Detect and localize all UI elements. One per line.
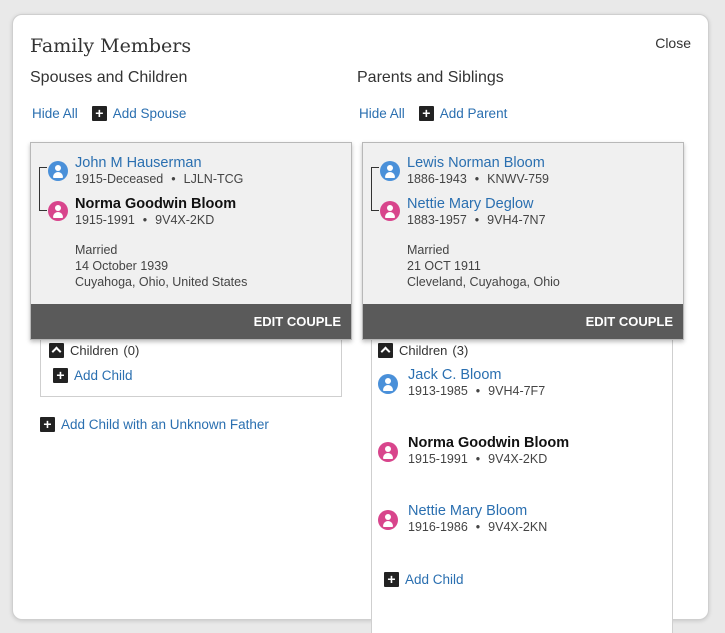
child-name-link[interactable]: Nettie Mary Bloom <box>408 503 547 519</box>
marriage-info: Married 14 October 1939 Cuyahoga, Ohio, … <box>75 242 247 290</box>
child-name-link[interactable]: Jack C. Bloom <box>408 367 545 383</box>
add-unknown-father-label: Add Child with an Unknown Father <box>61 417 269 432</box>
child-meta: 1913-1985 • 9VH4-7F7 <box>408 384 546 398</box>
edit-couple-button[interactable]: EDIT COUPLE <box>31 304 351 339</box>
female-person-icon <box>380 201 400 221</box>
children-toggle[interactable]: Children (3) <box>378 343 468 358</box>
children-label: Children <box>70 343 119 358</box>
person-name-link[interactable]: Lewis Norman Bloom <box>407 155 549 171</box>
children-box: Children (0) + Add Child <box>40 331 342 397</box>
child-item: Jack C. Bloom 1913-1985 • 9VH4-7F7 <box>378 367 546 398</box>
couple-card: Lewis Norman Bloom 1886-1943 • KNWV-759 Ne… <box>362 142 684 340</box>
section-links: Hide All + Add Spouse <box>30 102 353 124</box>
female-person-icon <box>378 510 398 530</box>
plus-icon: + <box>53 368 68 383</box>
dialog-title: Family Members <box>30 35 192 57</box>
parents-and-siblings-section: Parents and Siblings Hide All + Add Pare… <box>357 69 684 633</box>
section-heading: Parents and Siblings <box>357 69 504 86</box>
family-members-dialog: Family Members Close Spouses and Childre… <box>12 14 709 633</box>
male-person-icon <box>378 374 398 394</box>
plus-icon: + <box>40 417 55 432</box>
add-parent-link[interactable]: Add Parent <box>440 106 508 121</box>
child-name: Norma Goodwin Bloom <box>408 435 570 451</box>
person-2: Nettie Mary Deglow 1883-1957 • 9VH4-7N7 <box>407 196 546 227</box>
child-item: Norma Goodwin Bloom 1915-1991 • 9V4X-2KD <box>378 435 570 466</box>
couple-card: John M Hauserman 1915-Deceased • LJLN-TCG … <box>30 142 352 340</box>
chevron-up-icon <box>378 343 393 358</box>
add-child-label: Add Child <box>74 368 133 383</box>
marriage-label: Married <box>75 243 118 257</box>
add-child-unknown-father-button[interactable]: + Add Child with an Unknown Father <box>40 417 269 432</box>
person-meta: 1883-1957 • 9VH4-7N7 <box>407 213 546 227</box>
person-meta: 1886-1943 • KNWV-759 <box>407 172 550 186</box>
children-label: Children <box>399 343 448 358</box>
children-box: Children (3) Jack C. Bloom 1913-1985 • 9VH… <box>371 331 673 633</box>
female-person-icon <box>48 201 68 221</box>
female-person-icon <box>378 442 398 462</box>
marriage-date: 14 October 1939 <box>75 259 169 273</box>
couple-bracket <box>39 167 47 211</box>
spouses-and-children-section: Spouses and Children Hide All + Add Spou… <box>30 69 353 432</box>
hide-all-link[interactable]: Hide All <box>32 106 78 121</box>
children-count: (0) <box>123 343 140 358</box>
plus-icon: + <box>384 572 399 587</box>
child-meta: 1916-1986 • 9V4X-2KN <box>408 520 548 534</box>
person-name-link[interactable]: Nettie Mary Deglow <box>407 196 546 212</box>
marriage-label: Married <box>407 243 450 257</box>
close-button[interactable]: Close <box>655 35 691 51</box>
section-links: Hide All + Add Parent <box>357 102 683 124</box>
couple-bracket <box>371 167 379 211</box>
add-spouse-link[interactable]: Add Spouse <box>113 106 187 121</box>
children-toggle[interactable]: Children (0) <box>49 343 139 358</box>
edit-couple-button[interactable]: EDIT COUPLE <box>363 304 683 339</box>
marriage-info: Married 21 OCT 1911 Cleveland, Cuyahoga,… <box>407 242 560 290</box>
section-heading: Spouses and Children <box>30 69 188 86</box>
chevron-up-icon <box>49 343 64 358</box>
person-2: Norma Goodwin Bloom 1915-1991 • 9V4X-2KD <box>75 196 236 227</box>
male-person-icon <box>48 161 68 181</box>
add-child-label: Add Child <box>405 572 464 587</box>
marriage-place: Cleveland, Cuyahoga, Ohio <box>407 275 560 289</box>
male-person-icon <box>380 161 400 181</box>
child-item: Nettie Mary Bloom 1916-1986 • 9V4X-2KN <box>378 503 548 534</box>
person-1: John M Hauserman 1915-Deceased • LJLN-TCG <box>75 155 243 186</box>
marriage-place: Cuyahoga, Ohio, United States <box>75 275 248 289</box>
add-child-button[interactable]: + Add Child <box>53 368 133 383</box>
person-1: Lewis Norman Bloom 1886-1943 • KNWV-759 <box>407 155 549 186</box>
add-child-button[interactable]: + Add Child <box>384 572 464 587</box>
person-meta: 1915-Deceased • LJLN-TCG <box>75 172 244 186</box>
person-meta: 1915-1991 • 9V4X-2KD <box>75 213 215 227</box>
hide-all-link[interactable]: Hide All <box>359 106 405 121</box>
plus-icon[interactable]: + <box>418 105 434 121</box>
person-name-link[interactable]: John M Hauserman <box>75 155 243 171</box>
children-count: (3) <box>452 343 469 358</box>
child-meta: 1915-1991 • 9V4X-2KD <box>408 452 548 466</box>
marriage-date: 21 OCT 1911 <box>407 259 481 273</box>
plus-icon[interactable]: + <box>91 105 107 121</box>
person-name: Norma Goodwin Bloom <box>75 196 237 212</box>
